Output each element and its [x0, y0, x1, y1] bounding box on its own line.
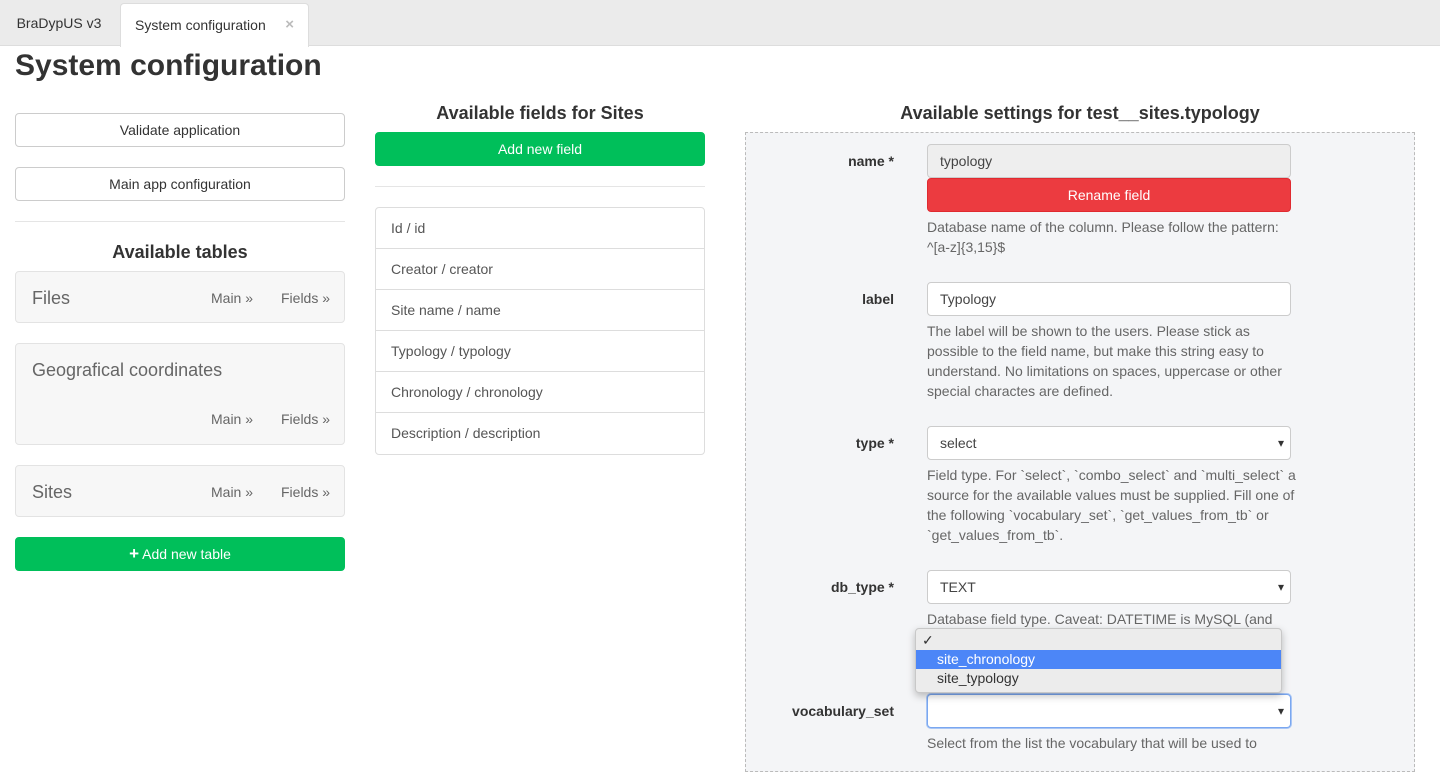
name-input[interactable]: typology — [927, 144, 1291, 178]
chevron-down-icon: ▾ — [1277, 704, 1284, 718]
fields-link[interactable]: Fields » — [281, 411, 330, 427]
tab-home[interactable]: BraDypUS v3 — [0, 0, 118, 44]
db-type-help: Database field type. Caveat: DATETIME is… — [927, 611, 1273, 627]
vocabulary-set-label: vocabulary_set — [792, 703, 894, 719]
table-card-files: Files Main » Fields » — [15, 271, 345, 323]
type-help: Field type. For `select`, `combo_select`… — [927, 467, 1296, 543]
label-input[interactable]: Typology — [927, 282, 1291, 316]
main-link[interactable]: Main » — [211, 411, 253, 427]
divider — [15, 221, 345, 222]
vocabulary-set-select[interactable]: ▾ — [927, 694, 1291, 728]
validate-application-button[interactable]: Validate application — [15, 113, 345, 147]
field-item-chronology[interactable]: Chronology / chronology — [376, 372, 704, 413]
type-value: select — [940, 435, 977, 451]
field-item-creator[interactable]: Creator / creator — [376, 249, 704, 290]
add-new-table-button[interactable]: + Add new table — [15, 537, 345, 571]
main-link[interactable]: Main » — [211, 484, 253, 500]
close-icon[interactable]: × — [285, 4, 294, 46]
divider — [375, 186, 705, 187]
dropdown-option-site-chronology[interactable]: site_chronology — [916, 650, 1281, 669]
main-link[interactable]: Main » — [211, 290, 253, 306]
table-card-geografical-coordinates: Geografical coordinates Main » Fields » — [15, 343, 345, 445]
tab-label: System configuration — [135, 17, 266, 33]
field-item-description[interactable]: Description / description — [376, 413, 704, 454]
db-type-select[interactable]: TEXT ▾ — [927, 570, 1291, 604]
type-label: type * — [855, 435, 894, 451]
fields-link[interactable]: Fields » — [281, 484, 330, 500]
field-item-name[interactable]: Site name / name — [376, 290, 704, 331]
available-fields-title: Available fields for Sites — [436, 103, 644, 123]
db-type-value: TEXT — [940, 579, 976, 595]
chevron-down-icon: ▾ — [1277, 580, 1284, 594]
dropdown-option-site-typology[interactable]: site_typology — [916, 669, 1281, 688]
table-card-sites: Sites Main » Fields » — [15, 465, 345, 517]
vocabulary-set-help: Select from the list the vocabulary that… — [927, 735, 1257, 751]
dropdown-option-empty[interactable]: ✓ — [916, 631, 1281, 650]
table-name: Geografical coordinates — [32, 360, 223, 380]
available-tables-title: Available tables — [112, 242, 248, 262]
fields-link[interactable]: Fields » — [281, 290, 330, 306]
chevron-down-icon: ▾ — [1277, 436, 1284, 450]
vocabulary-set-dropdown: ✓ site_chronology site_typology — [915, 628, 1282, 693]
add-new-table-label: Add new table — [142, 546, 231, 562]
label-help: The label will be shown to the users. Pl… — [927, 323, 1282, 399]
tab-system-configuration[interactable]: System configuration × — [120, 3, 309, 47]
page-title: System configuration — [15, 49, 322, 82]
tab-bar: BraDypUS v3 System configuration × — [0, 0, 1440, 47]
plus-icon: + — [129, 544, 140, 563]
table-name: Sites — [32, 482, 73, 502]
field-item-id[interactable]: Id / id — [376, 208, 704, 249]
db-type-label: db_type * — [830, 579, 894, 595]
add-new-field-button[interactable]: Add new field — [375, 132, 705, 166]
table-name: Files — [32, 288, 71, 308]
label-label: label — [862, 291, 894, 307]
available-settings-title: Available settings for test__sites.typol… — [900, 103, 1260, 123]
name-help: Database name of the column. Please foll… — [927, 219, 1279, 255]
type-select[interactable]: select ▾ — [927, 426, 1291, 460]
name-label: name * — [848, 153, 894, 169]
checkmark-icon: ✓ — [922, 632, 934, 648]
rename-field-button[interactable]: Rename field — [927, 178, 1291, 212]
field-item-typology[interactable]: Typology / typology — [376, 331, 704, 372]
main-app-configuration-button[interactable]: Main app configuration — [15, 167, 345, 201]
fields-list: Id / id Creator / creator Site name / na… — [375, 207, 705, 455]
